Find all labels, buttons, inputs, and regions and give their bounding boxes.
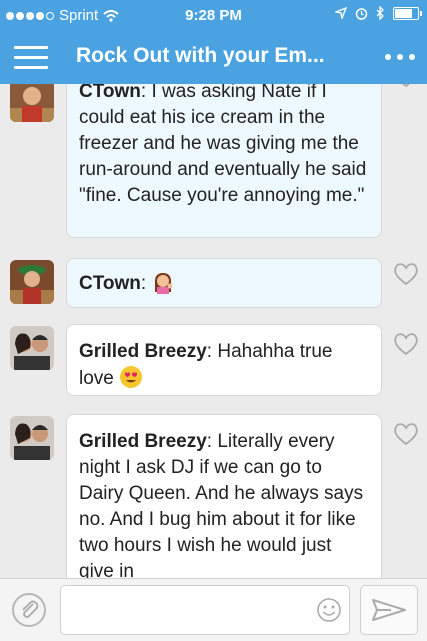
attach-icon	[22, 600, 39, 618]
message-bubble: CTown: I was asking Nate if I could eat …	[66, 84, 382, 238]
heart-icon[interactable]	[393, 422, 419, 446]
status-bar: Sprint 9:28 PM	[0, 0, 427, 32]
page-title: Rock Out with your Em...	[76, 44, 325, 67]
message-author: Grilled Breezy	[79, 431, 207, 452]
message-list[interactable]: CTown: I was asking Nate if I could eat …	[0, 84, 427, 578]
battery-icon	[393, 6, 422, 20]
avatar[interactable]	[10, 416, 54, 460]
composer	[0, 578, 427, 641]
send-button[interactable]	[360, 585, 418, 635]
status-right	[335, 6, 422, 20]
alarm-icon	[355, 7, 368, 20]
message-author: Grilled Breezy	[79, 341, 207, 362]
smiley-icon[interactable]	[316, 597, 342, 623]
message-input[interactable]	[60, 585, 350, 635]
heart-icon[interactable]	[393, 332, 419, 356]
woman-tipping-hand-emoji-icon	[155, 273, 173, 294]
avatar[interactable]	[10, 260, 54, 304]
message-bubble: CTown:	[66, 258, 382, 308]
nav-bar: Rock Out with your Em...	[0, 32, 427, 84]
heart-eyes-emoji-icon	[120, 366, 143, 388]
message-bubble: Grilled Breezy: Literally every night I …	[66, 414, 382, 578]
message-bubble: Grilled Breezy: Hahahha true love	[66, 324, 382, 396]
avatar[interactable]	[10, 326, 54, 370]
message-author: CTown	[79, 273, 141, 294]
avatar[interactable]	[10, 84, 54, 122]
location-icon	[335, 7, 347, 19]
bluetooth-icon	[376, 6, 384, 20]
attach-button[interactable]	[12, 593, 46, 627]
heart-icon[interactable]	[393, 262, 419, 286]
message-text: I was asking Nate if I could eat his ice…	[79, 84, 367, 206]
message-author: CTown	[79, 84, 141, 102]
heart-icon[interactable]	[393, 84, 419, 88]
battery-fill	[395, 8, 412, 18]
send-icon	[372, 599, 406, 621]
message-text: Literally every night I ask DJ if we can…	[79, 431, 364, 578]
menu-icon[interactable]	[14, 46, 48, 70]
more-icon[interactable]	[385, 54, 415, 60]
